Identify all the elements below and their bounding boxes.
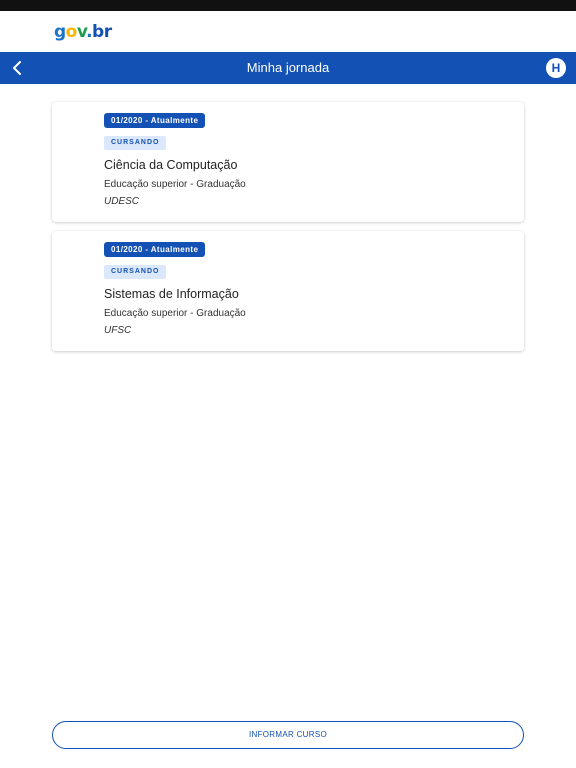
- status-badge: CURSANDO: [104, 136, 167, 150]
- page-title: Minha jornada: [246, 60, 330, 75]
- course-card[interactable]: 01/2020 - Atualmente CURSANDO Ciência da…: [52, 102, 524, 222]
- period-badge: 01/2020 - Atualmente: [104, 242, 206, 257]
- course-name: Sistemas de Informação: [104, 287, 239, 301]
- brand-bar: gov.br: [0, 11, 576, 52]
- govbr-logo: gov.br: [54, 22, 112, 42]
- course-level: Educação superior - Graduação: [104, 179, 246, 190]
- course-institution: UDESC: [104, 196, 140, 207]
- course-card[interactable]: 01/2020 - Atualmente CURSANDO Sistemas d…: [52, 231, 524, 351]
- course-name: Ciência da Computação: [104, 158, 238, 172]
- course-institution: UFSC: [104, 325, 132, 336]
- nav-bar: Minha jornada H: [0, 52, 576, 84]
- informar-curso-button[interactable]: INFORMAR CURSO: [52, 721, 524, 749]
- status-badge: CURSANDO: [104, 265, 167, 279]
- period-badge: 01/2020 - Atualmente: [104, 113, 206, 128]
- course-level: Educação superior - Graduação: [104, 308, 246, 319]
- status-bar: [0, 0, 576, 11]
- avatar[interactable]: H: [546, 58, 566, 78]
